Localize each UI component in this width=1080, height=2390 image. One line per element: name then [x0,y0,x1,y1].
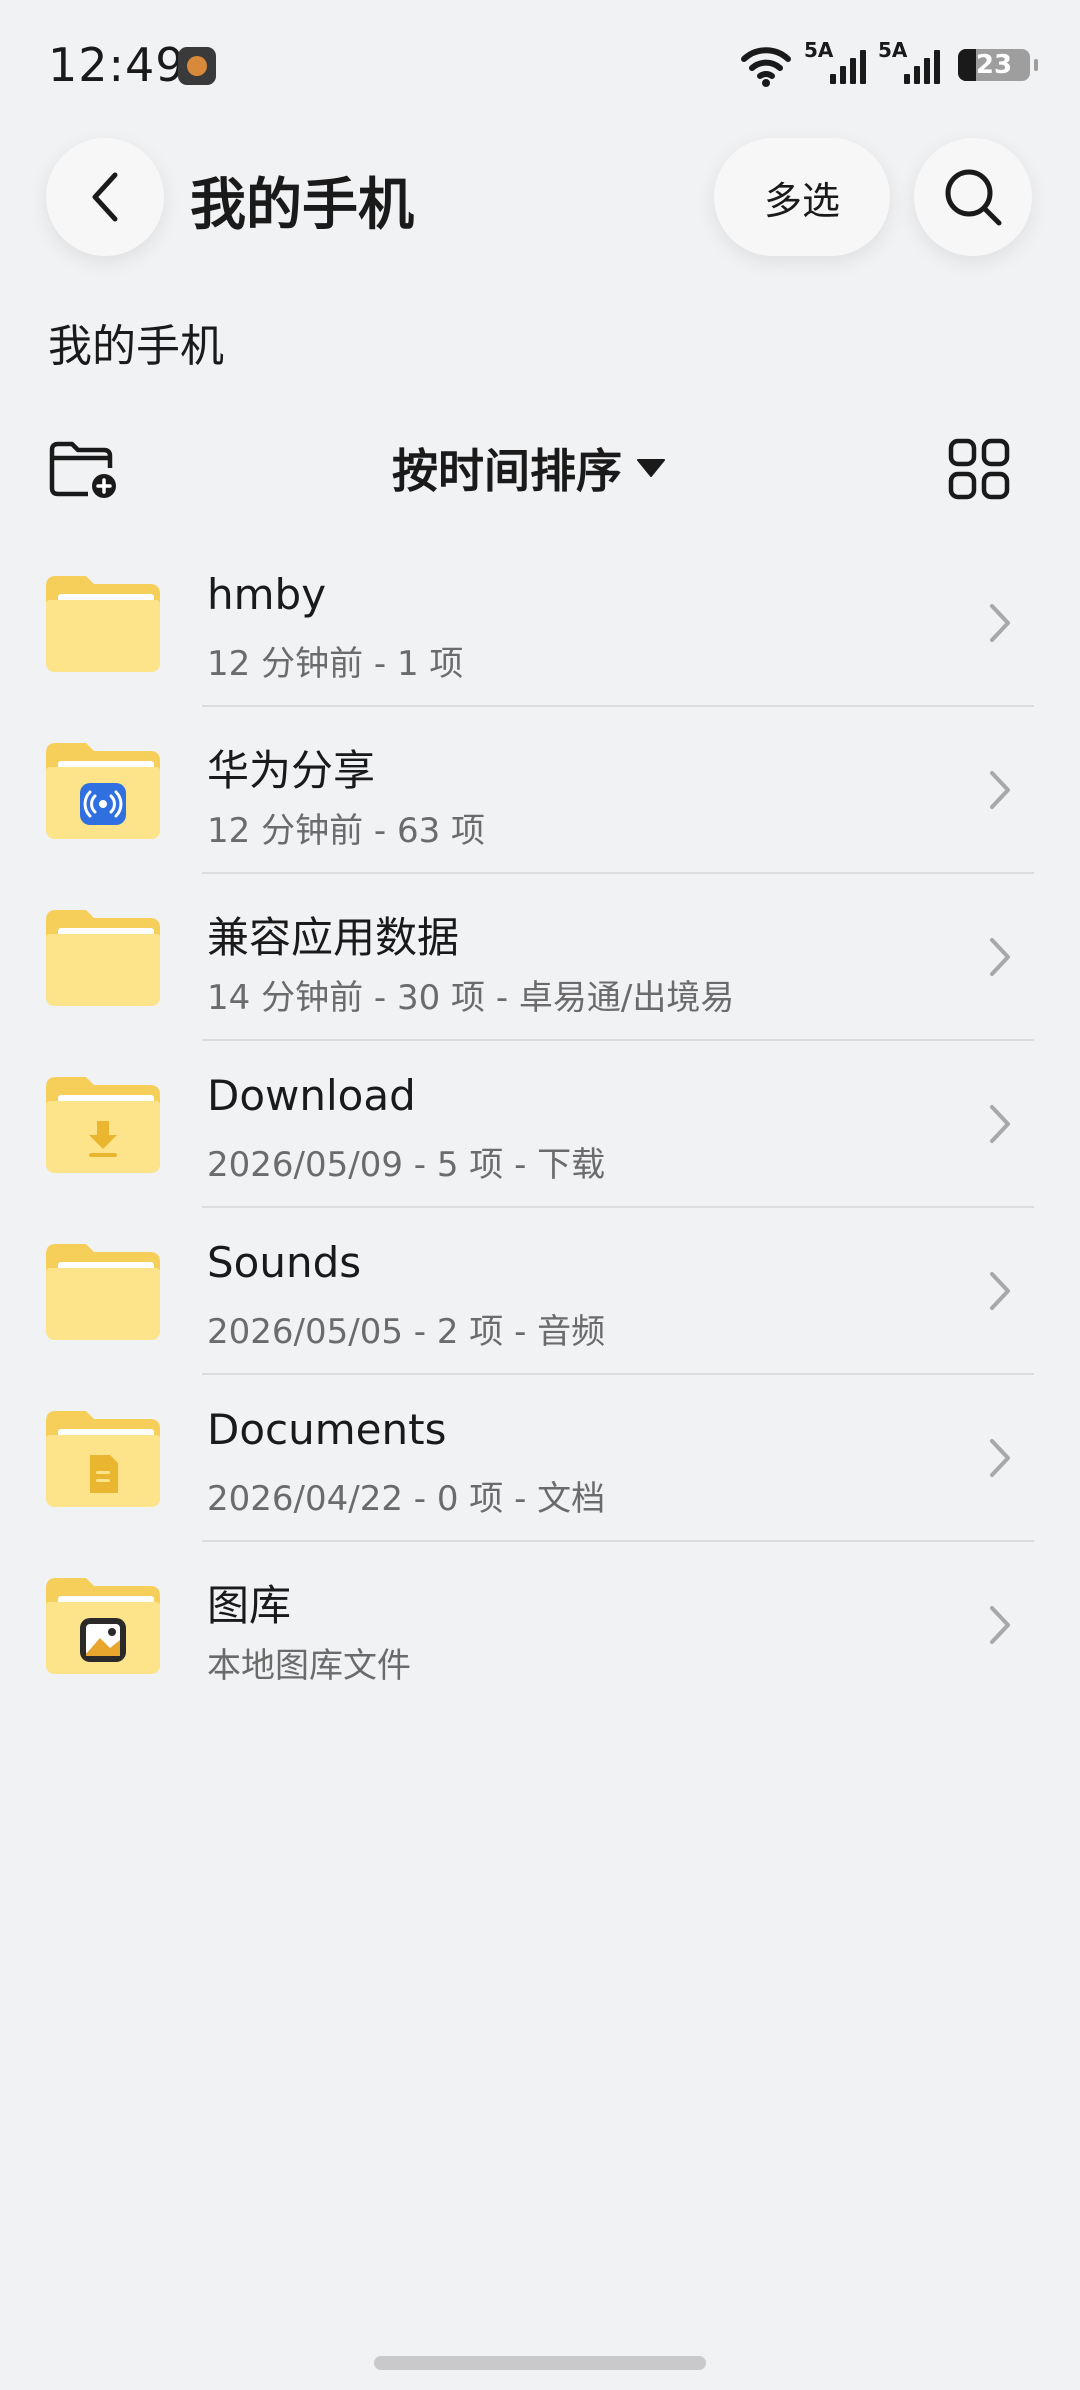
file-meta: 2026/04/22 - 0 项 - 文档 [207,1479,606,1519]
chevron-left-icon [92,172,118,222]
chevron-right-icon [990,938,1010,976]
huawei-share-folder-icon [46,743,160,839]
gallery-folder-icon [46,1578,160,1674]
signal-bars-icon [904,50,940,84]
file-meta: 2026/05/05 - 2 项 - 音频 [207,1312,606,1352]
folder-icon [46,576,160,672]
list-item[interactable]: Download 2026/05/09 - 5 项 - 下载 [0,1041,1080,1208]
sort-dropdown[interactable]: 按时间排序 [392,436,666,500]
list-item[interactable]: Documents 2026/04/22 - 0 项 - 文档 [0,1375,1080,1542]
chevron-right-icon [990,771,1010,809]
file-name: Documents [207,1405,447,1454]
status-bar: 12:49 5A 5A 23 [0,0,1080,130]
page-title: 我的手机 [190,173,414,238]
list-item[interactable]: hmby 12 分钟前 - 1 项 [0,540,1080,707]
battery-icon: 23 [958,49,1038,81]
search-icon [945,169,1002,226]
chevron-right-icon [990,1439,1010,1477]
back-button[interactable] [46,138,164,256]
network-type-1: 5A [804,38,834,62]
file-meta: 12 分钟前 - 1 项 [207,644,464,684]
file-meta: 2026/05/09 - 5 项 - 下载 [207,1145,606,1185]
list-item[interactable]: Sounds 2026/05/05 - 2 项 - 音频 [0,1208,1080,1375]
list-item[interactable]: 兼容应用数据 14 分钟前 - 30 项 - 卓易通/出境易 [0,874,1080,1041]
file-name: Sounds [207,1238,362,1287]
file-list: hmby 12 分钟前 - 1 项 华为分享 12 分钟前 - 63 项 兼容应… [0,540,1080,1709]
file-name: Download [207,1071,416,1120]
lion-app-icon [178,47,216,85]
file-name: hmby [207,570,327,619]
signal-bars-icon [830,50,866,84]
file-name: 兼容应用数据 [207,913,460,962]
view-toggle-button[interactable] [948,438,1010,500]
chevron-right-icon [990,1105,1010,1143]
home-indicator[interactable] [374,2356,706,2370]
file-name: 华为分享 [207,746,376,795]
documents-folder-icon [46,1411,160,1507]
file-meta: 本地图库文件 [207,1646,411,1686]
status-indicators: 5A 5A 23 [740,38,1038,90]
caret-down-icon [637,459,665,477]
battery-level: 23 [975,50,1013,80]
search-button[interactable] [914,138,1032,256]
chevron-right-icon [990,1272,1010,1310]
status-time: 12:49 [48,38,186,92]
file-name: 图库 [207,1581,292,1630]
file-manager-screen: 12:49 5A 5A 23 我的手机 多选 我的手机 按时间排序 hmby 1… [0,0,1080,2390]
breadcrumb[interactable]: 我的手机 [48,310,224,374]
grid-view-icon [948,438,1010,500]
chevron-right-icon [990,604,1010,642]
wifi-icon [741,47,791,87]
cellular-signal-1: 5A [804,38,866,88]
folder-icon [46,1244,160,1340]
folder-icon [46,910,160,1006]
network-type-2: 5A [878,38,908,62]
multi-select-button[interactable]: 多选 [714,138,890,256]
sort-label: 按时间排序 [392,444,622,498]
chevron-right-icon [990,1606,1010,1644]
list-item[interactable]: 华为分享 12 分钟前 - 63 项 [0,707,1080,874]
file-meta: 12 分钟前 - 63 项 [207,811,486,851]
new-folder-button[interactable] [48,440,120,500]
new-folder-icon [49,441,116,498]
list-item[interactable]: 图库 本地图库文件 [0,1542,1080,1709]
download-folder-icon [46,1077,160,1173]
file-meta: 14 分钟前 - 30 项 - 卓易通/出境易 [207,978,735,1018]
cellular-signal-2: 5A [878,38,940,88]
